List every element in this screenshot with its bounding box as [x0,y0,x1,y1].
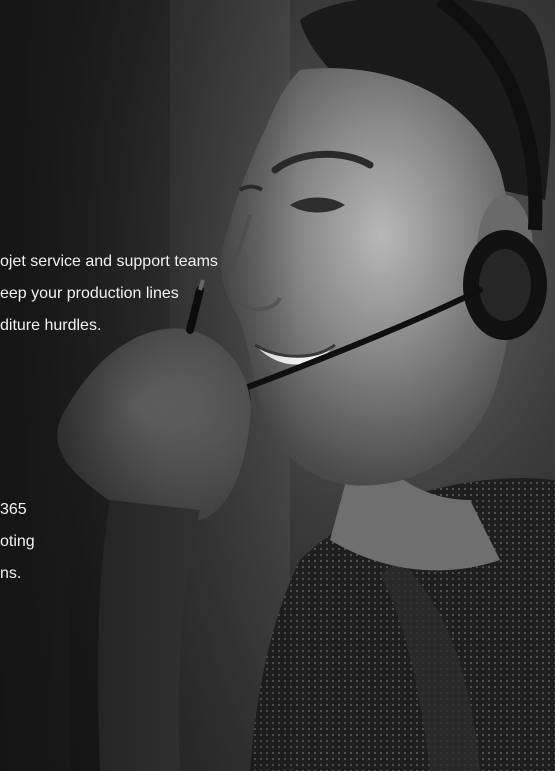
intro-line-3: diture hurdles. [0,317,102,334]
support-line-2: oting [0,533,35,550]
support-line-3: ns. [0,565,22,582]
support-paragraph: 365 oting ns. [0,494,35,590]
hero-banner: ojet service and support teams eep your … [0,0,555,771]
intro-line-2: eep your production lines [0,285,179,302]
support-line-1: 365 [0,501,27,518]
intro-paragraph: ojet service and support teams eep your … [0,246,218,342]
intro-line-1: ojet service and support teams [0,253,218,270]
support-agent-photo [0,0,555,771]
